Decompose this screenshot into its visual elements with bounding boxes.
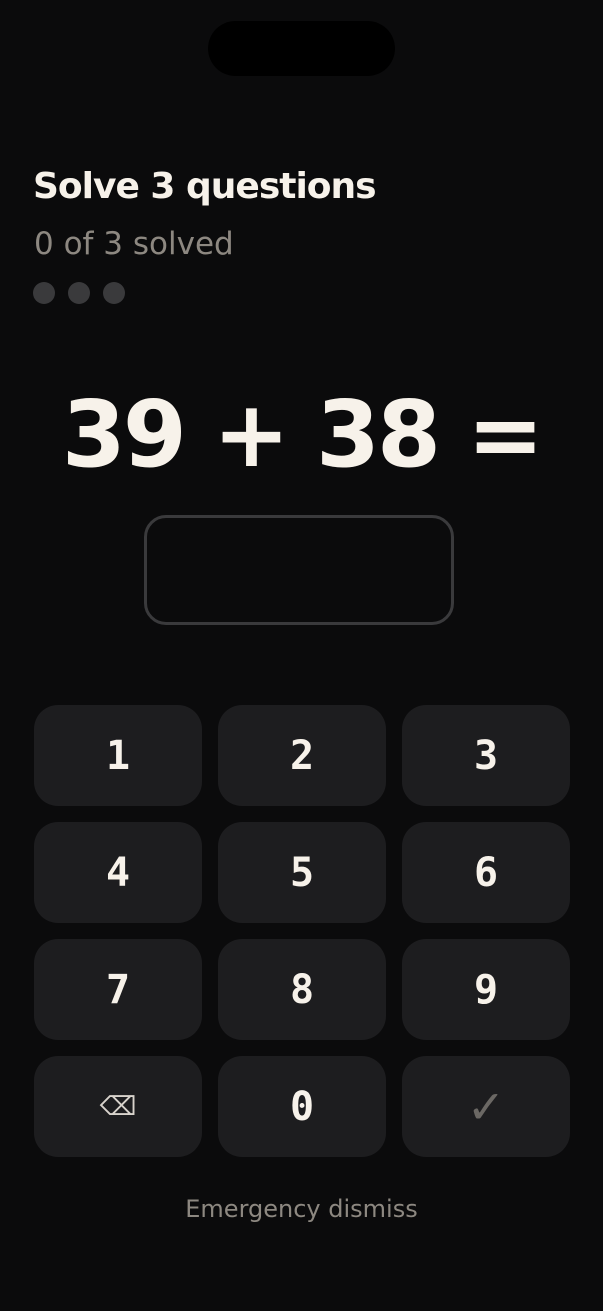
- key-3[interactable]: 3: [402, 705, 570, 806]
- submit-key[interactable]: ✓: [402, 1056, 570, 1157]
- key-7[interactable]: 7: [34, 939, 202, 1040]
- key-5[interactable]: 5: [218, 822, 386, 923]
- progress-text: 0 of 3 solved: [34, 226, 234, 262]
- emergency-dismiss-button[interactable]: Emergency dismiss: [0, 1192, 603, 1226]
- checkmark-icon: ✓: [466, 1079, 506, 1134]
- progress-dots: [33, 282, 125, 304]
- key-6[interactable]: 6: [402, 822, 570, 923]
- key-9[interactable]: 9: [402, 939, 570, 1040]
- backspace-key[interactable]: ⌫: [34, 1056, 202, 1157]
- progress-dot-2: [68, 282, 90, 304]
- key-4[interactable]: 4: [34, 822, 202, 923]
- equation: 39 + 38 =: [61, 381, 544, 488]
- key-1[interactable]: 1: [34, 705, 202, 806]
- progress-dot-1: [33, 282, 55, 304]
- answer-input[interactable]: [144, 515, 454, 625]
- number-keypad: 1 2 3 4 5 6 7 8 9 ⌫ 0 ✓: [34, 705, 570, 1157]
- page-title: Solve 3 questions: [33, 166, 377, 207]
- progress-dot-3: [103, 282, 125, 304]
- key-0[interactable]: 0: [218, 1056, 386, 1157]
- backspace-icon: ⌫: [99, 1091, 137, 1122]
- key-2[interactable]: 2: [218, 705, 386, 806]
- key-8[interactable]: 8: [218, 939, 386, 1040]
- dynamic-island: [208, 21, 395, 76]
